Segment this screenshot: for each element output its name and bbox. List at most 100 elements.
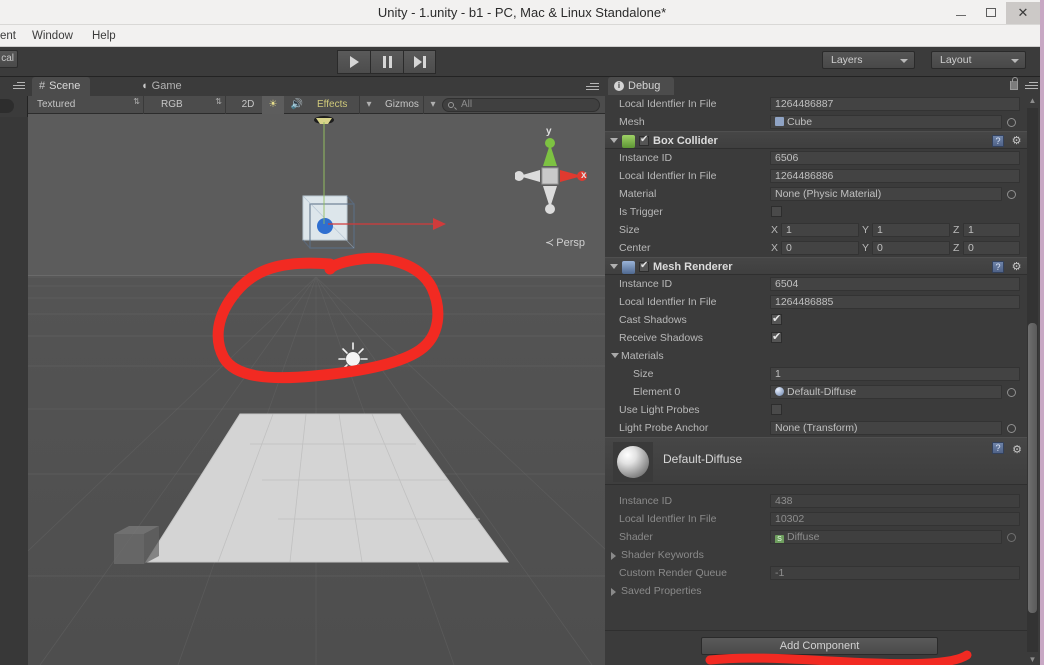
minimize-button[interactable] (946, 2, 976, 24)
center-y-field[interactable]: 0 (872, 241, 950, 255)
row-shader-keywords-foldout[interactable]: Shader Keywords (605, 546, 1028, 564)
material-preview (613, 442, 653, 482)
lock-icon[interactable] (1010, 77, 1018, 90)
hamburger-icon[interactable] (13, 82, 25, 91)
center-x-field[interactable]: 0 (781, 241, 859, 255)
row-instance-id-collider: Instance ID 6506 (605, 149, 1028, 167)
object-picker-icon[interactable] (1007, 118, 1016, 127)
window-edge-strip (1040, 0, 1044, 665)
cast-shadows-checkbox[interactable] (771, 312, 782, 325)
gizmos-dropdown[interactable]: Gizmos (380, 96, 424, 114)
foldout-triangle-icon[interactable] (611, 552, 616, 560)
step-button[interactable] (403, 50, 436, 74)
menu-item-window[interactable]: Window (26, 25, 79, 47)
scroll-down-arrow-icon[interactable]: ▼ (1028, 654, 1037, 665)
effects-caret-icon[interactable]: ▾ (362, 96, 376, 114)
layers-dropdown[interactable]: Layers (822, 51, 915, 69)
row-size: Size X 1 Y 1 Z 1 (605, 221, 1028, 239)
pause-button[interactable] (370, 50, 403, 74)
enable-checkbox[interactable] (639, 134, 649, 146)
draw-mode-dropdown[interactable]: Textured ⇅ (32, 96, 144, 114)
menu-item-component[interactable]: ent (0, 25, 22, 47)
hierarchy-search-input[interactable] (0, 99, 14, 113)
effects-dropdown[interactable]: Effects (312, 96, 360, 114)
close-button[interactable]: ✕ (1006, 1, 1040, 24)
scene-panel-menu-icon[interactable] (586, 83, 599, 92)
row-saved-properties-foldout[interactable]: Saved Properties (605, 582, 1028, 600)
gear-icon[interactable]: ⚙ (1012, 443, 1022, 456)
draw-mode-label: Textured (37, 99, 76, 110)
foldout-triangle-icon[interactable] (611, 353, 619, 358)
row-value-field[interactable]: 1264486887 (770, 97, 1020, 111)
row-label: Local Identfier In File (619, 170, 717, 182)
row-object-field[interactable]: Cube (770, 115, 1002, 129)
axis-y-label: Y (862, 224, 870, 236)
tab-debug[interactable]: i Debug (608, 77, 675, 95)
foldout-triangle-icon[interactable] (610, 138, 618, 143)
toggle-2d-label: 2D (241, 99, 255, 110)
gizmos-caret-icon[interactable]: ▾ (426, 96, 440, 114)
object-picker-icon[interactable] (1007, 424, 1016, 433)
add-component-button[interactable]: Add Component (701, 637, 938, 655)
row-label: Saved Properties (621, 585, 702, 597)
scene-orientation-gizmo[interactable]: y x (515, 126, 587, 222)
scrollbar-thumb[interactable] (1028, 323, 1037, 613)
layout-dropdown[interactable]: Layout (931, 51, 1026, 69)
is-trigger-checkbox[interactable] (771, 206, 782, 217)
menu-bar: ent Window Help (0, 25, 1044, 47)
gear-icon[interactable]: ⚙ (1011, 262, 1022, 273)
enable-checkbox[interactable] (639, 260, 649, 272)
size-z-field[interactable]: 1 (963, 223, 1020, 237)
object-picker-icon[interactable] (1007, 388, 1016, 397)
inspector-menu-icon[interactable] (1025, 82, 1038, 91)
row-value-field[interactable]: 1 (770, 367, 1020, 381)
hierarchy-tab-header[interactable] (0, 77, 28, 96)
size-y-field[interactable]: 1 (872, 223, 950, 237)
scene-search-input[interactable]: All (442, 98, 600, 112)
menu-item-help[interactable]: Help (86, 25, 122, 47)
toggle-lighting[interactable]: ☀ (262, 96, 284, 114)
row-value-field[interactable]: 1264486886 (770, 169, 1020, 183)
gear-icon[interactable]: ⚙ (1011, 136, 1022, 147)
row-object-field[interactable]: None (Physic Material) (770, 187, 1002, 201)
center-z-field[interactable]: 0 (963, 241, 1020, 255)
scene-projection-label[interactable]: ≺ Persp (545, 236, 585, 249)
material-header-default-diffuse[interactable]: Default-Diffuse ? ⚙ (605, 437, 1028, 485)
row-value-field[interactable]: 1264486885 (770, 295, 1020, 309)
scene-viewport[interactable]: y x ≺ Persp (28, 114, 605, 665)
window-title: Unity - 1.unity - b1 - PC, Mac & Linux S… (377, 5, 667, 20)
color-mode-dropdown[interactable]: RGB ⇅ (156, 96, 226, 114)
size-x-field[interactable]: 1 (781, 223, 859, 237)
scroll-up-arrow-icon[interactable]: ▲ (1028, 95, 1037, 106)
pivot-rotation-toggle[interactable]: cal (0, 50, 18, 68)
toggle-2d[interactable]: 2D (236, 96, 260, 114)
row-value-field[interactable]: 6504 (770, 277, 1020, 291)
maximize-button[interactable] (976, 2, 1006, 24)
window-controls: ✕ (946, 0, 1040, 25)
help-icon[interactable]: ? (992, 442, 1004, 454)
inspector-scrollbar[interactable]: ▲ ▼ (1027, 95, 1038, 665)
row-label: Size (633, 368, 654, 380)
row-materials-foldout[interactable]: Materials (605, 347, 1028, 365)
component-header-mesh-renderer[interactable]: Mesh Renderer ? ⚙ (605, 257, 1028, 275)
toggle-audio[interactable]: 🔊 (286, 96, 308, 114)
row-value-field[interactable]: 6506 (770, 151, 1020, 165)
help-icon[interactable]: ? (992, 135, 1004, 147)
foldout-triangle-icon[interactable] (610, 264, 618, 269)
scene-view-toolbar: Textured ⇅ RGB ⇅ 2D ☀ 🔊 Effects ▾ Gizmos (28, 96, 605, 114)
layers-label: Layers (831, 54, 863, 66)
use-light-probes-checkbox[interactable] (771, 404, 782, 415)
axis-z-label: Z (953, 242, 960, 254)
row-object-field[interactable]: None (Transform) (770, 421, 1002, 435)
maximize-icon (986, 8, 996, 17)
row-object-field[interactable]: Default-Diffuse (770, 385, 1002, 399)
help-icon[interactable]: ? (992, 261, 1004, 273)
play-button[interactable] (337, 50, 370, 74)
tab-scene[interactable]: # Scene (32, 77, 91, 96)
receive-shadows-checkbox[interactable] (771, 330, 782, 343)
foldout-triangle-icon[interactable] (611, 588, 616, 596)
object-picker-icon[interactable] (1007, 190, 1016, 199)
tab-game[interactable]: ◖ Game (134, 77, 192, 96)
row-label: Materials (621, 350, 664, 362)
component-header-box-collider[interactable]: Box Collider ? ⚙ (605, 131, 1028, 149)
